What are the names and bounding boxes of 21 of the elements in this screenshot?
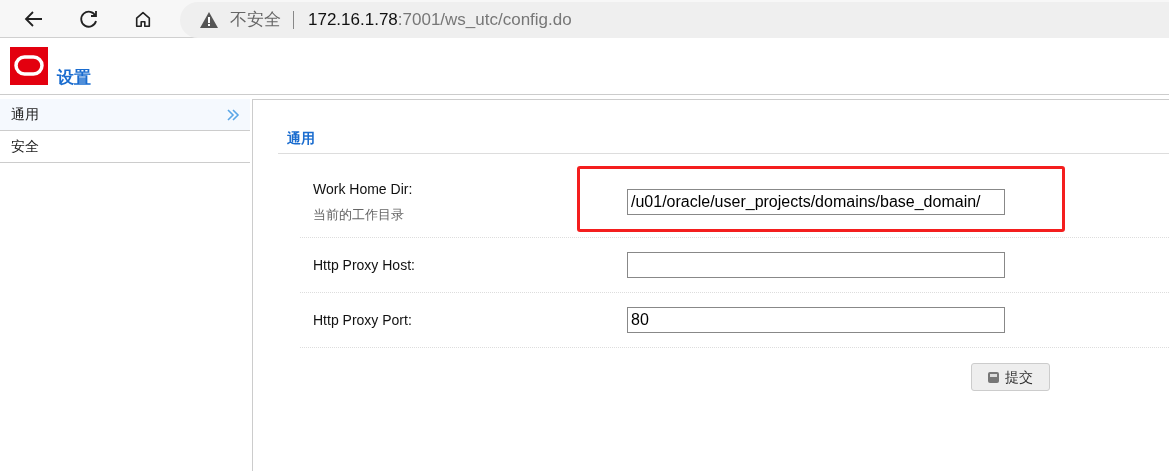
submit-button[interactable]: 提交 [971,363,1050,391]
url-text: 172.16.1.78:7001/ws_utc/config.do [308,8,572,31]
field-label: Work Home Dir: [313,179,414,199]
text-input[interactable]: /u01/oracle/user_projects/domains/base_domain/ [627,188,1005,215]
warning-icon [200,11,218,28]
back-icon[interactable] [24,8,44,29]
text-input[interactable]: 80 [627,307,1005,333]
page-title: 设置 [57,66,91,89]
reload-icon[interactable] [79,8,99,29]
save-icon [988,371,999,383]
security-label: 不安全 [230,8,281,31]
text-input[interactable] [627,252,1005,278]
section-title: 通用 [287,130,315,146]
sidebar-item[interactable]: 通用 [0,99,250,131]
address-bar[interactable]: 不安全 172.16.1.78:7001/ws_utc/config.do [180,1,1169,38]
field-label: Http Proxy Port: [313,310,413,330]
field-hint: 当前的工作目录 [313,205,405,224]
home-icon[interactable] [134,9,152,28]
logo-icon [10,47,48,85]
double-chevron-icon [226,107,240,122]
field-label: Http Proxy Host: [313,255,416,275]
